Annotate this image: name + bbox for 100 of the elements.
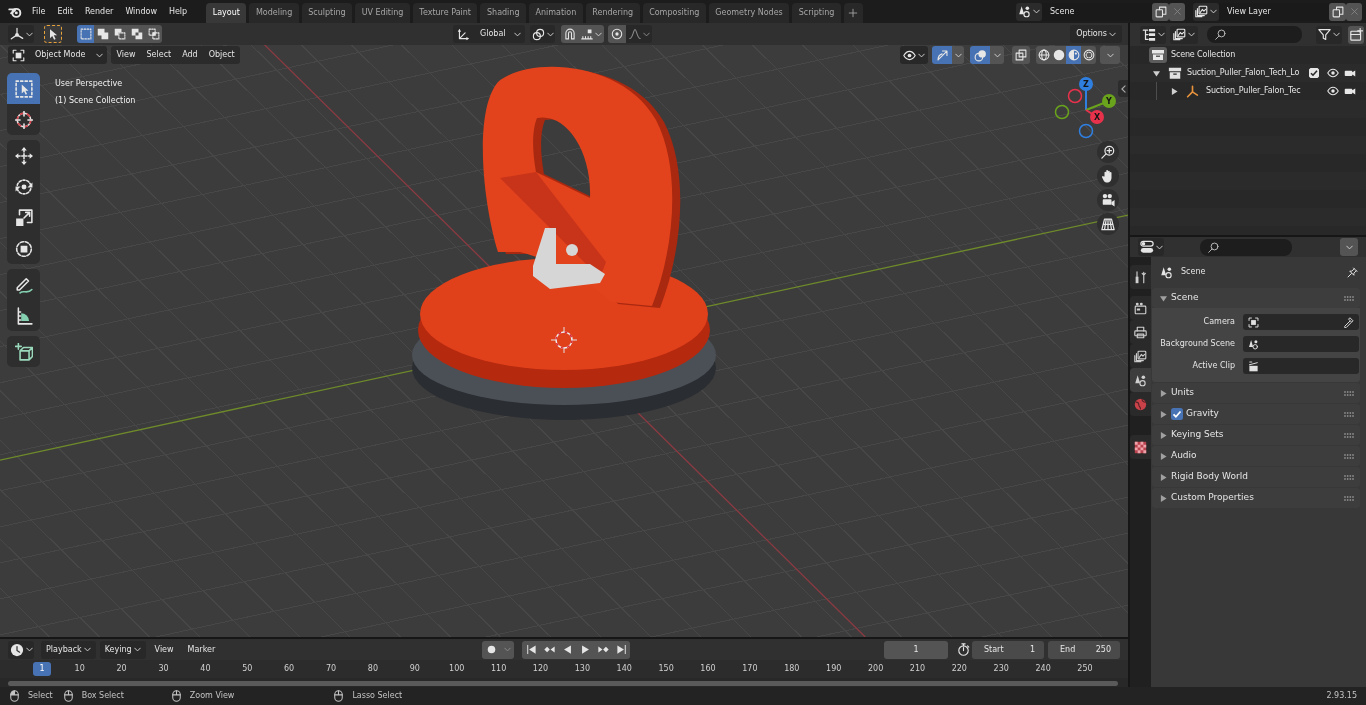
sidebar-toggle-button[interactable]: [1118, 80, 1128, 97]
snap-target-dropdown[interactable]: [578, 25, 604, 43]
menu-item[interactable]: View: [111, 46, 141, 64]
close-button[interactable]: [1346, 2, 1362, 21]
workspace-tab[interactable]: Texture Paint: [412, 3, 478, 23]
panel-options-dropdown[interactable]: [1340, 238, 1358, 256]
scene-browse-button[interactable]: [1016, 2, 1042, 21]
pivot-dropdown[interactable]: [530, 25, 555, 43]
selection-mode-button[interactable]: [77, 25, 94, 43]
cursor-tool[interactable]: [7, 104, 40, 135]
start-frame-field[interactable]: Start 1: [972, 640, 1044, 659]
disclosure-triangle-icon[interactable]: [1160, 494, 1167, 502]
selection-mode-button[interactable]: [128, 25, 145, 43]
visibility-dropdown[interactable]: [900, 46, 928, 64]
overlay-toggle[interactable]: [970, 46, 990, 64]
horizontal-scrollbar[interactable]: [8, 681, 1118, 686]
world-tab[interactable]: [1130, 392, 1151, 416]
workspace-tab[interactable]: Shading: [480, 3, 526, 23]
item-name[interactable]: Suction_Puller_Falon_Tec: [1206, 86, 1301, 96]
copy-button[interactable]: [1152, 2, 1169, 21]
selection-mode-button[interactable]: [94, 25, 111, 43]
jump-to-end-button[interactable]: [612, 640, 630, 659]
shading-mode-button[interactable]: [1051, 46, 1066, 64]
active-tool-button[interactable]: [44, 25, 62, 43]
panel-title[interactable]: Keying Sets: [1171, 429, 1224, 441]
view-layer-browse-button[interactable]: [1193, 2, 1219, 21]
measure-tool[interactable]: [7, 300, 40, 331]
camera-view-button[interactable]: [1097, 189, 1119, 211]
menu-item[interactable]: View: [149, 640, 179, 659]
disclosure-triangle-icon[interactable]: [1160, 431, 1167, 439]
add-cube-tool[interactable]: [7, 336, 40, 367]
axis-handle[interactable]: Z: [1079, 77, 1093, 111]
search-field[interactable]: [1200, 238, 1292, 256]
negative-axis-handle[interactable]: [1067, 88, 1083, 104]
menu-dropdown[interactable]: Playback: [41, 640, 96, 659]
tool-tab[interactable]: [1130, 265, 1151, 289]
copy-button[interactable]: [1329, 2, 1346, 21]
transform-tool[interactable]: [7, 233, 40, 264]
menu-item[interactable]: Marker: [182, 640, 221, 659]
current-frame-field[interactable]: 1: [884, 640, 948, 659]
disclosure-triangle-icon[interactable]: [1160, 410, 1167, 418]
options-dropdown[interactable]: Options: [1070, 25, 1122, 43]
workspace-tab[interactable]: Sculpting: [301, 3, 353, 23]
mode-dropdown[interactable]: Object Mode: [8, 46, 107, 64]
gizmo-options-dropdown[interactable]: [952, 46, 964, 64]
workspace-tab[interactable]: Geometry Nodes: [708, 3, 790, 23]
menu-item[interactable]: File: [26, 1, 52, 22]
scene-tab[interactable]: [1130, 368, 1151, 392]
orientation-dropdown[interactable]: Global: [453, 25, 525, 43]
new-collection-button[interactable]: [1348, 25, 1364, 44]
menu-item[interactable]: Help: [162, 1, 194, 22]
menu-item[interactable]: Add: [176, 46, 204, 64]
eye-icon[interactable]: [1327, 85, 1339, 97]
shading-mode-button[interactable]: [1036, 46, 1051, 64]
end-frame-field[interactable]: End 250: [1048, 640, 1120, 659]
add-workspace-button[interactable]: [843, 3, 863, 23]
xray-toggle[interactable]: [1012, 46, 1030, 64]
projection-toggle-button[interactable]: [1097, 213, 1119, 235]
close-button[interactable]: [1169, 2, 1185, 21]
disclosure-triangle-icon[interactable]: [1160, 389, 1167, 397]
negative-axis-handle[interactable]: [1054, 104, 1070, 120]
panel-title[interactable]: Gravity: [1186, 408, 1219, 420]
item-name[interactable]: Scene Collection: [1171, 50, 1236, 60]
selection-mode-button[interactable]: [145, 25, 162, 43]
selection-mode-button[interactable]: [111, 25, 128, 43]
eye-icon[interactable]: [1327, 67, 1339, 79]
panel-title[interactable]: Rigid Body World: [1171, 471, 1248, 483]
menu-item[interactable]: Select: [141, 46, 177, 64]
menu-item[interactable]: Window: [119, 1, 163, 22]
editor-type-button[interactable]: [1140, 25, 1166, 44]
panel-title[interactable]: Scene: [1171, 292, 1199, 304]
filter-dropdown[interactable]: [1316, 25, 1342, 44]
search-field[interactable]: [1207, 26, 1302, 43]
shading-mode-button[interactable]: [1066, 46, 1081, 64]
disclosure-triangle-icon[interactable]: [1153, 69, 1160, 77]
annotate-tool[interactable]: [7, 269, 40, 300]
property-field[interactable]: [1243, 358, 1359, 374]
workspace-tab[interactable]: Scripting: [792, 3, 841, 23]
disclosure-triangle-icon[interactable]: [1160, 473, 1167, 481]
texture-tab[interactable]: [1130, 435, 1151, 459]
disclosure-triangle-icon[interactable]: [1160, 452, 1167, 460]
workspace-tab[interactable]: Animation: [529, 3, 583, 23]
workspace-tab[interactable]: Compositing: [642, 3, 706, 23]
checkbox[interactable]: [1171, 408, 1183, 420]
axis-handle[interactable]: Y: [1085, 94, 1116, 111]
panel-title[interactable]: Audio: [1171, 450, 1197, 462]
jump-to-start-button[interactable]: [522, 640, 540, 659]
item-name[interactable]: Suction_Puller_Falon_Tech_Lo: [1187, 68, 1300, 78]
pan-view-button[interactable]: [1097, 165, 1119, 187]
menu-dropdown[interactable]: Keying: [99, 640, 146, 659]
snap-toggle[interactable]: [561, 25, 578, 43]
falloff-dropdown[interactable]: [626, 25, 652, 43]
shading-mode-button[interactable]: [1081, 46, 1096, 64]
proportional-editing-toggle[interactable]: [608, 25, 626, 43]
zoom-view-button[interactable]: [1097, 141, 1119, 163]
render-tab[interactable]: [1130, 296, 1151, 320]
property-field[interactable]: [1243, 336, 1359, 352]
menu-item[interactable]: Render: [78, 1, 120, 22]
editor-type-button[interactable]: [1138, 238, 1164, 256]
display-mode-dropdown[interactable]: [1170, 25, 1198, 44]
